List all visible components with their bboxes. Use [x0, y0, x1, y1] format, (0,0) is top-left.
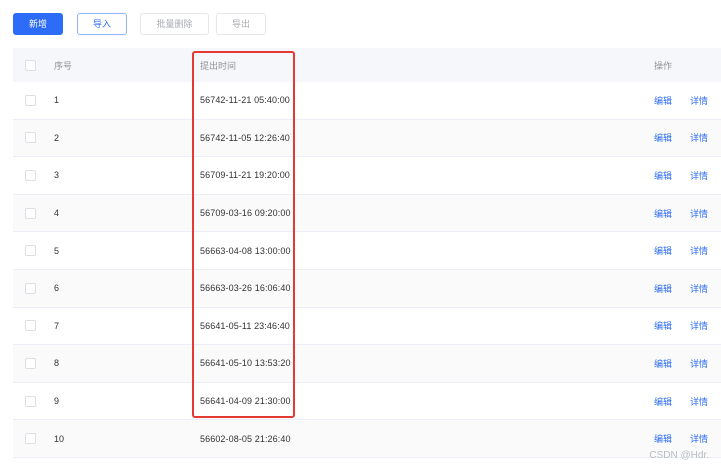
detail-link[interactable]: 详情 [690, 282, 708, 295]
add-button[interactable]: 新增 [13, 13, 63, 35]
row-checkbox[interactable] [25, 207, 36, 219]
row-select-cell [25, 120, 36, 157]
highlight-box [192, 51, 295, 418]
edit-link[interactable]: 编辑 [654, 244, 672, 257]
edit-link[interactable]: 编辑 [654, 395, 672, 408]
row-actions: 编辑 详情 [654, 232, 708, 269]
row-select-cell [25, 383, 36, 420]
row-actions: 编辑 详情 [654, 195, 708, 232]
detail-link[interactable]: 详情 [690, 357, 708, 370]
row-actions: 编辑 详情 [654, 157, 708, 194]
edit-link[interactable]: 编辑 [654, 357, 672, 370]
detail-link[interactable]: 详情 [690, 244, 708, 257]
detail-link[interactable]: 详情 [690, 169, 708, 182]
table-row: 10 56602-08-05 21:26:40 编辑 详情 [13, 420, 721, 458]
header-index: 序号 [54, 60, 73, 71]
row-index: 2 [54, 132, 60, 143]
row-actions: 编辑 详情 [654, 345, 708, 382]
edit-link[interactable]: 编辑 [654, 432, 672, 445]
table-row: 4 56709-03-16 09:20:00 编辑 详情 [13, 194, 721, 233]
row-select-cell [25, 157, 36, 194]
row-select-cell [25, 308, 36, 345]
row-index: 5 [54, 245, 60, 256]
watermark: CSDN @Hdr. [649, 450, 709, 461]
row-checkbox[interactable] [25, 94, 36, 106]
table-row: 5 56663-04-08 13:00:00 编辑 详情 [13, 232, 721, 270]
batch-delete-button[interactable]: 批量删除 [140, 13, 209, 35]
edit-link[interactable]: 编辑 [654, 131, 672, 144]
row-select-cell [25, 82, 36, 119]
row-select-cell [25, 270, 36, 307]
table-row: 2 56742-11-05 12:26:40 编辑 详情 [13, 119, 721, 158]
select-all-cell [25, 48, 36, 82]
row-index: 10 [54, 433, 65, 444]
row-select-cell [25, 420, 36, 457]
row-select-cell [25, 232, 36, 269]
row-actions: 编辑 详情 [654, 308, 708, 345]
detail-link[interactable]: 详情 [690, 94, 708, 107]
row-checkbox[interactable] [25, 320, 36, 332]
row-index: 9 [54, 396, 60, 407]
header-actions: 操作 [654, 60, 673, 71]
row-index: 1 [54, 95, 60, 106]
row-checkbox[interactable] [25, 395, 36, 407]
row-checkbox[interactable] [25, 132, 36, 144]
row-actions: 编辑 详情 [654, 270, 708, 307]
row-index: 8 [54, 358, 60, 369]
edit-link[interactable]: 编辑 [654, 207, 672, 220]
row-checkbox[interactable] [25, 245, 36, 257]
import-button[interactable]: 导入 [77, 13, 127, 35]
row-actions: 编辑 详情 [654, 120, 708, 157]
row-checkbox[interactable] [25, 357, 36, 369]
detail-link[interactable]: 详情 [690, 319, 708, 332]
detail-link[interactable]: 详情 [690, 395, 708, 408]
row-select-cell [25, 195, 36, 232]
row-actions: 编辑 详情 [654, 82, 708, 119]
table-row: 3 56709-11-21 19:20:00 编辑 详情 [13, 157, 721, 195]
row-checkbox[interactable] [25, 169, 36, 181]
row-select-cell [25, 345, 36, 382]
table-row: 1 56742-11-21 05:40:00 编辑 详情 [13, 82, 721, 120]
table-header: 序号 提出时间 操作 [13, 48, 721, 82]
detail-link[interactable]: 详情 [690, 207, 708, 220]
row-index: 3 [54, 170, 60, 181]
edit-link[interactable]: 编辑 [654, 319, 672, 332]
table-row: 6 56663-03-26 16:06:40 编辑 详情 [13, 270, 721, 308]
edit-link[interactable]: 编辑 [654, 94, 672, 107]
table-row: 7 56641-05-11 23:46:40 编辑 详情 [13, 308, 721, 346]
row-index: 7 [54, 320, 60, 331]
edit-link[interactable]: 编辑 [654, 282, 672, 295]
select-all-checkbox[interactable] [25, 59, 36, 71]
detail-link[interactable]: 详情 [690, 131, 708, 144]
detail-link[interactable]: 详情 [690, 432, 708, 445]
row-actions: 编辑 详情 [654, 383, 708, 420]
edit-link[interactable]: 编辑 [654, 169, 672, 182]
row-submit-time: 56602-08-05 21:26:40 [200, 433, 291, 444]
table-row: 8 56641-05-10 13:53:20 编辑 详情 [13, 345, 721, 383]
row-index: 6 [54, 283, 60, 294]
row-checkbox[interactable] [25, 282, 36, 294]
row-checkbox[interactable] [25, 433, 36, 445]
export-button[interactable]: 导出 [216, 13, 266, 35]
row-index: 4 [54, 208, 60, 219]
table-row: 9 56641-04-09 21:30:00 编辑 详情 [13, 383, 721, 421]
